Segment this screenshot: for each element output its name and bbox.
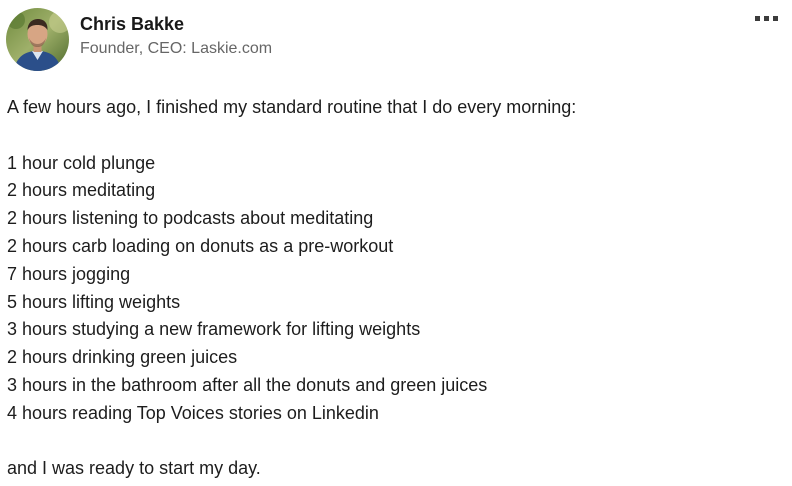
list-item: 2 hours listening to podcasts about medi…	[7, 208, 374, 229]
post-body: A few hours ago, I finished my standard …	[7, 94, 777, 483]
post-header: Chris Bakke Founder, CEO: Laskie.com	[6, 8, 272, 72]
list-item: 1 hour cold plunge	[7, 152, 156, 173]
linkedin-post: Chris Bakke Founder, CEO: Laskie.com A f…	[0, 0, 792, 486]
list-item: 3 hours studying a new framework for lif…	[7, 319, 421, 340]
more-options-dot-icon	[772, 15, 778, 21]
list-item: 2 hours meditating	[7, 180, 156, 201]
author-info: Chris Bakke Founder, CEO: Laskie.com	[80, 8, 272, 59]
list-item: 7 hours jogging	[7, 263, 131, 284]
post-closing: and I was ready to start my day.	[7, 458, 261, 479]
list-item: 3 hours in the bathroom after all the do…	[7, 374, 488, 395]
more-options-dot-icon	[754, 15, 760, 21]
list-item: 2 hours carb loading on donuts as a pre-…	[7, 235, 394, 256]
list-item: 2 hours drinking green juices	[7, 347, 238, 368]
routine-list: 1 hour cold plunge 2 hours meditating 2 …	[7, 150, 777, 428]
author-name[interactable]: Chris Bakke	[80, 13, 272, 35]
more-options-button[interactable]	[748, 8, 784, 28]
avatar-photo-icon	[6, 8, 69, 71]
post-intro: A few hours ago, I finished my standard …	[7, 97, 577, 117]
more-options-dot-icon	[763, 15, 769, 21]
avatar[interactable]	[6, 8, 69, 71]
author-headline: Founder, CEO: Laskie.com	[80, 40, 273, 57]
list-item: 5 hours lifting weights	[7, 291, 181, 312]
list-item: 4 hours reading Top Voices stories on Li…	[7, 402, 379, 423]
